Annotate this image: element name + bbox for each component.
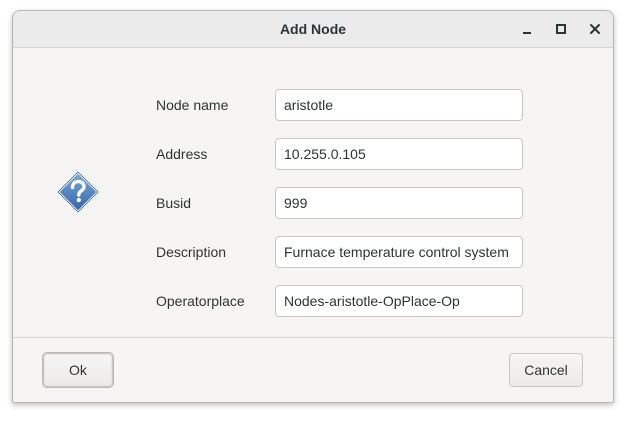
- ok-button[interactable]: Ok: [43, 353, 113, 387]
- button-separator: [13, 337, 613, 338]
- description-label: Description: [156, 244, 227, 260]
- minimize-button[interactable]: [517, 19, 537, 39]
- description-input[interactable]: [275, 236, 523, 268]
- close-button[interactable]: [585, 19, 605, 39]
- cancel-button[interactable]: Cancel: [509, 353, 583, 387]
- node-name-input[interactable]: [275, 89, 523, 121]
- minimize-icon: [523, 32, 531, 34]
- busid-input[interactable]: [275, 187, 523, 219]
- operatorplace-label: Operatorplace: [156, 293, 245, 309]
- node-name-label: Node name: [156, 97, 229, 113]
- address-label: Address: [156, 146, 208, 162]
- question-icon: [56, 170, 100, 214]
- maximize-icon: [556, 24, 566, 34]
- busid-label: Busid: [156, 195, 192, 211]
- close-icon: [590, 24, 600, 34]
- maximize-button[interactable]: [551, 19, 571, 39]
- address-input[interactable]: [275, 138, 523, 170]
- operatorplace-input[interactable]: [275, 285, 523, 317]
- dialog-content: Node name Address Busid Description Oper…: [13, 48, 613, 336]
- add-node-dialog: Add Node Node name aristotle Address 10.…: [12, 10, 614, 403]
- titlebar[interactable]: Add Node: [13, 11, 613, 48]
